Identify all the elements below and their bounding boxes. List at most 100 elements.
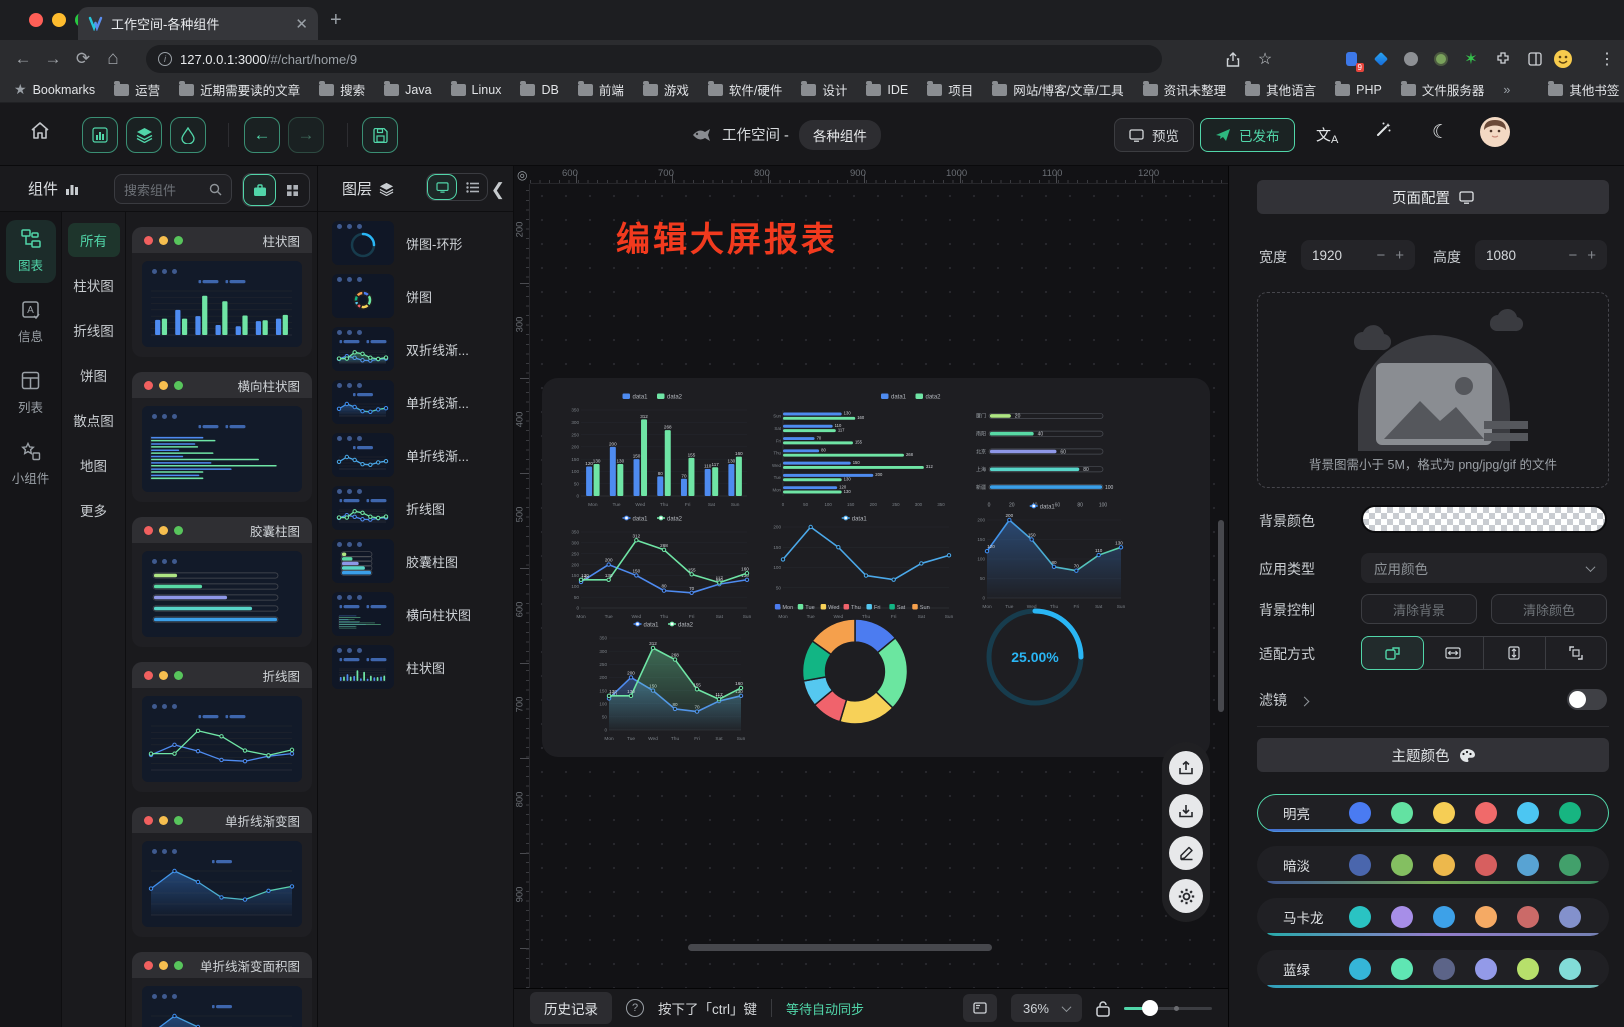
home-icon[interactable]: ⌂ (98, 48, 128, 70)
theme-color-swatch[interactable] (1433, 802, 1455, 824)
bookmark-item[interactable]: 软件/硬件 (708, 80, 782, 99)
language-switch-icon[interactable]: 文A (1316, 124, 1338, 146)
theme-color-swatch[interactable] (1475, 906, 1497, 928)
design-canvas[interactable]: 6007008009001000110012001300 20030040050… (514, 166, 1228, 988)
bookmark-item[interactable]: IDE (866, 80, 908, 99)
category-4[interactable]: 散点图 (68, 403, 120, 437)
save-button[interactable] (362, 117, 398, 153)
fit-stretch-button[interactable] (1546, 637, 1607, 669)
theme-color-swatch[interactable] (1559, 906, 1581, 928)
zoom-select[interactable]: 36% (1011, 994, 1082, 1022)
search-input[interactable]: 搜索组件 (114, 174, 232, 204)
theme-color-swatch[interactable] (1349, 906, 1371, 928)
bookmark-item[interactable]: 资讯未整理 (1143, 80, 1227, 99)
canvas-chart-capsule[interactable]: 厦门20南阳40北京60上海80新疆100020406080100 (970, 398, 1122, 508)
bookmark-item[interactable]: 其他语言 (1245, 80, 1316, 99)
settings-gear-icon[interactable] (1169, 879, 1203, 913)
app-type-select[interactable]: 应用颜色 (1361, 553, 1607, 583)
sidebar-item-widgets[interactable]: 小组件 (6, 433, 56, 496)
canvas-chart-line-dual[interactable]: data1data2050100150200250300350MonTueWed… (562, 512, 752, 620)
extensions-puzzle-icon[interactable] (1492, 48, 1514, 70)
collapse-layers-icon[interactable]: ❮ (491, 180, 505, 200)
layers-thumbnail-view-button[interactable] (427, 174, 457, 200)
theme-color-swatch[interactable] (1475, 854, 1497, 876)
layer-item[interactable]: 折线图 (332, 486, 513, 530)
bookmarks-overflow-icon[interactable]: » (1503, 83, 1510, 97)
width-increment[interactable]: + (1395, 247, 1404, 264)
menu-dots-icon[interactable]: ⋮ (1596, 48, 1618, 70)
bookmark-item[interactable]: 网站/博客/文章/工具 (992, 80, 1123, 99)
height-input[interactable]: 1080 −+ (1475, 240, 1607, 270)
bookmark-item[interactable]: 前端 (578, 80, 624, 99)
filter-toggle-switch[interactable] (1567, 689, 1607, 710)
layer-item[interactable]: 饼图 (332, 274, 513, 318)
canvas-chart-horizontal-bar[interactable]: data1data2Mon120130Tue200130Wed150312Thu… (764, 390, 954, 508)
publish-button[interactable]: 已发布 (1200, 118, 1295, 152)
bookmark-item[interactable]: DB (520, 80, 558, 99)
theme-color-swatch[interactable] (1517, 854, 1539, 876)
theme-color-swatch[interactable] (1475, 802, 1497, 824)
theme-color-swatch[interactable] (1349, 854, 1371, 876)
component-card[interactable]: 单折线渐变图 (132, 807, 312, 937)
bookmark-item[interactable]: 项目 (927, 80, 973, 99)
component-card[interactable]: 单折线渐变面积图 (132, 952, 312, 1027)
canvas-chart-ring[interactable]: 25.00% (980, 602, 1090, 712)
canvas-vertical-scrollbar[interactable] (1218, 520, 1224, 712)
bookmark-item[interactable]: 搜索 (319, 80, 365, 99)
theme-row-0[interactable]: 明亮 (1257, 794, 1609, 832)
fit-height-button[interactable] (1484, 637, 1546, 669)
edit-button[interactable] (1169, 836, 1203, 870)
filter-toggle-button[interactable] (170, 117, 206, 153)
fit-auto-button[interactable] (1361, 636, 1424, 670)
height-decrement[interactable]: − (1568, 247, 1577, 264)
sidebar-item-charts[interactable]: 图表 (6, 220, 56, 283)
clear-color-button[interactable]: 清除颜色 (1491, 594, 1607, 624)
layer-item[interactable]: 饼图-环形 (332, 221, 513, 265)
ruler-toggle-icon[interactable]: ◎ (517, 168, 527, 182)
extension-star-icon[interactable]: ✶ (1460, 48, 1482, 70)
theme-color-swatch[interactable] (1475, 958, 1497, 980)
width-decrement[interactable]: − (1376, 247, 1385, 264)
theme-color-swatch[interactable] (1391, 958, 1413, 980)
component-card[interactable]: 折线图 (132, 662, 312, 792)
forward-icon[interactable]: → (38, 49, 68, 69)
layer-item[interactable]: 柱状图 (332, 645, 513, 689)
user-avatar[interactable] (1480, 117, 1510, 152)
theme-color-swatch[interactable] (1433, 906, 1455, 928)
layer-item[interactable]: 双折线渐... (332, 327, 513, 371)
view-mode-box-button[interactable] (243, 174, 276, 206)
theme-row-1[interactable]: 暗淡 (1257, 846, 1609, 884)
help-icon[interactable]: ? (626, 999, 644, 1017)
dark-mode-moon-icon[interactable]: ☾ (1432, 121, 1449, 144)
theme-color-swatch[interactable] (1517, 906, 1539, 928)
bookmarks-root[interactable]: ★Bookmarks (14, 81, 95, 98)
components-toggle-button[interactable] (82, 117, 118, 153)
zoom-slider[interactable] (1124, 1007, 1212, 1010)
undo-button[interactable]: ← (244, 117, 280, 153)
theme-color-swatch[interactable] (1559, 854, 1581, 876)
theme-color-swatch[interactable] (1559, 958, 1581, 980)
component-card[interactable]: 柱状图 (132, 227, 312, 357)
home-button-icon[interactable] (30, 121, 50, 145)
layers-list-view-button[interactable] (457, 174, 487, 200)
extension-pin-icon[interactable]: 9 (1340, 48, 1362, 70)
theme-color-swatch[interactable] (1433, 958, 1455, 980)
theme-color-swatch[interactable] (1517, 802, 1539, 824)
component-card[interactable]: 横向柱状图 (132, 372, 312, 502)
theme-color-swatch[interactable] (1391, 906, 1413, 928)
width-input[interactable]: 1920 −+ (1301, 240, 1415, 270)
theme-color-swatch[interactable] (1391, 854, 1413, 876)
profile-avatar[interactable] (1552, 48, 1574, 70)
layer-item[interactable]: 单折线渐... (332, 380, 513, 424)
minimap-toggle-button[interactable] (963, 994, 997, 1022)
category-1[interactable]: 柱状图 (68, 268, 120, 302)
category-2[interactable]: 折线图 (68, 313, 120, 347)
clear-background-button[interactable]: 清除背景 (1361, 594, 1477, 624)
back-icon[interactable]: ← (8, 49, 38, 69)
preview-button[interactable]: 预览 (1114, 118, 1194, 152)
sidebar-item-info[interactable]: A信息 (6, 291, 56, 354)
lock-icon[interactable] (1096, 1000, 1110, 1017)
share-icon[interactable] (1222, 48, 1244, 70)
bookmark-item[interactable]: Linux (451, 80, 502, 99)
import-button[interactable] (1169, 794, 1203, 828)
